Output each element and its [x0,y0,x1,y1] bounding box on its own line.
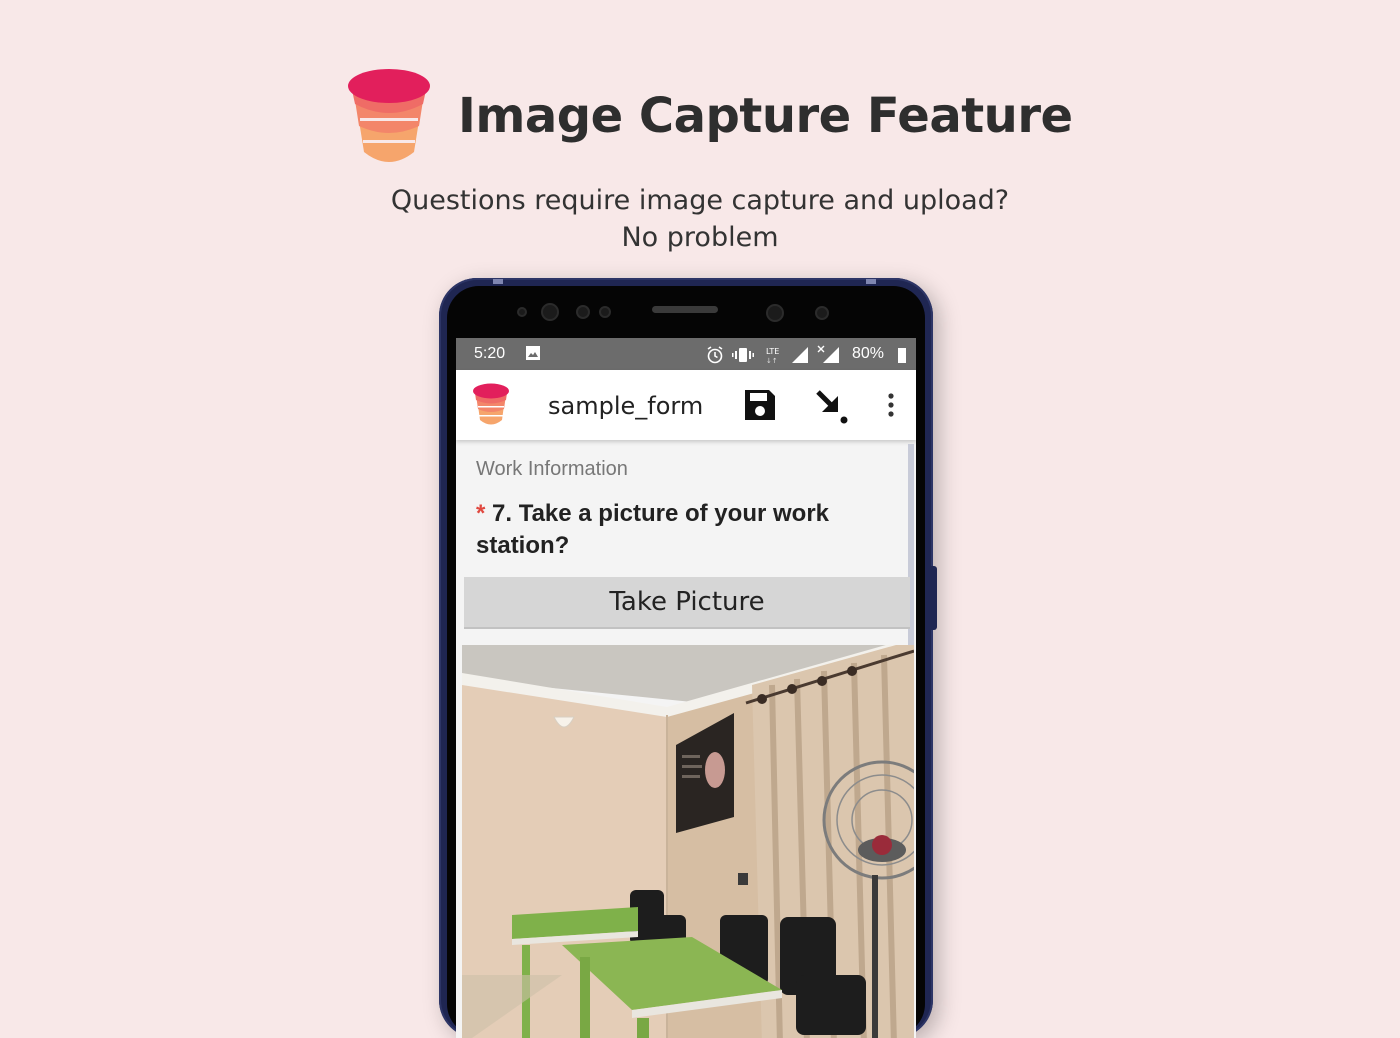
section-title: Work Information [476,458,628,480]
go-to-icon[interactable] [814,386,850,424]
status-time: 5:20 [474,345,506,362]
form-name: sample_form [548,392,704,420]
svg-text:↓↑: ↓↑ [766,357,778,365]
battery-percent: 80% [852,345,885,362]
sensor-icon [599,306,611,318]
phone-screen: 5:20 LTE ↓↑ 80% sample_form Work Informa… [456,338,916,1038]
app-logo [473,383,509,425]
battery-icon [898,348,906,363]
subtitle-line-1: Questions require image capture and uplo… [390,185,1010,216]
subtitle-line-2: No problem [621,222,779,253]
status-bar: 5:20 LTE ↓↑ 80% [456,338,916,370]
take-picture-button[interactable]: Take Picture [464,577,910,629]
save-icon[interactable] [743,388,777,422]
sensor-icon [815,306,829,320]
page-title: Image Capture Feature [458,88,1073,144]
required-marker: * [476,500,486,527]
question-label: * 7. Take a picture of your work station… [476,498,886,562]
phone-antenna-line [493,279,503,284]
alarm-icon [707,346,723,364]
signal-icon [792,347,808,363]
earpiece-speaker [652,306,718,313]
image-icon [526,346,540,360]
network-type: LTE [766,347,779,356]
vibrate-icon [732,348,754,362]
captured-photo [462,645,914,1038]
question-text: 7. Take a picture of your work station? [476,500,829,559]
more-vert-icon[interactable] [881,392,901,420]
front-camera-icon [541,303,559,321]
signal-x-icon [817,345,839,363]
app-toolbar: sample_form [456,370,916,440]
sensor-icon [576,305,590,319]
phone-antenna-line [866,279,876,284]
front-camera-icon [766,304,784,322]
phone-side-button [931,566,937,630]
sensor-icon [517,307,527,317]
brand-logo [348,69,430,162]
